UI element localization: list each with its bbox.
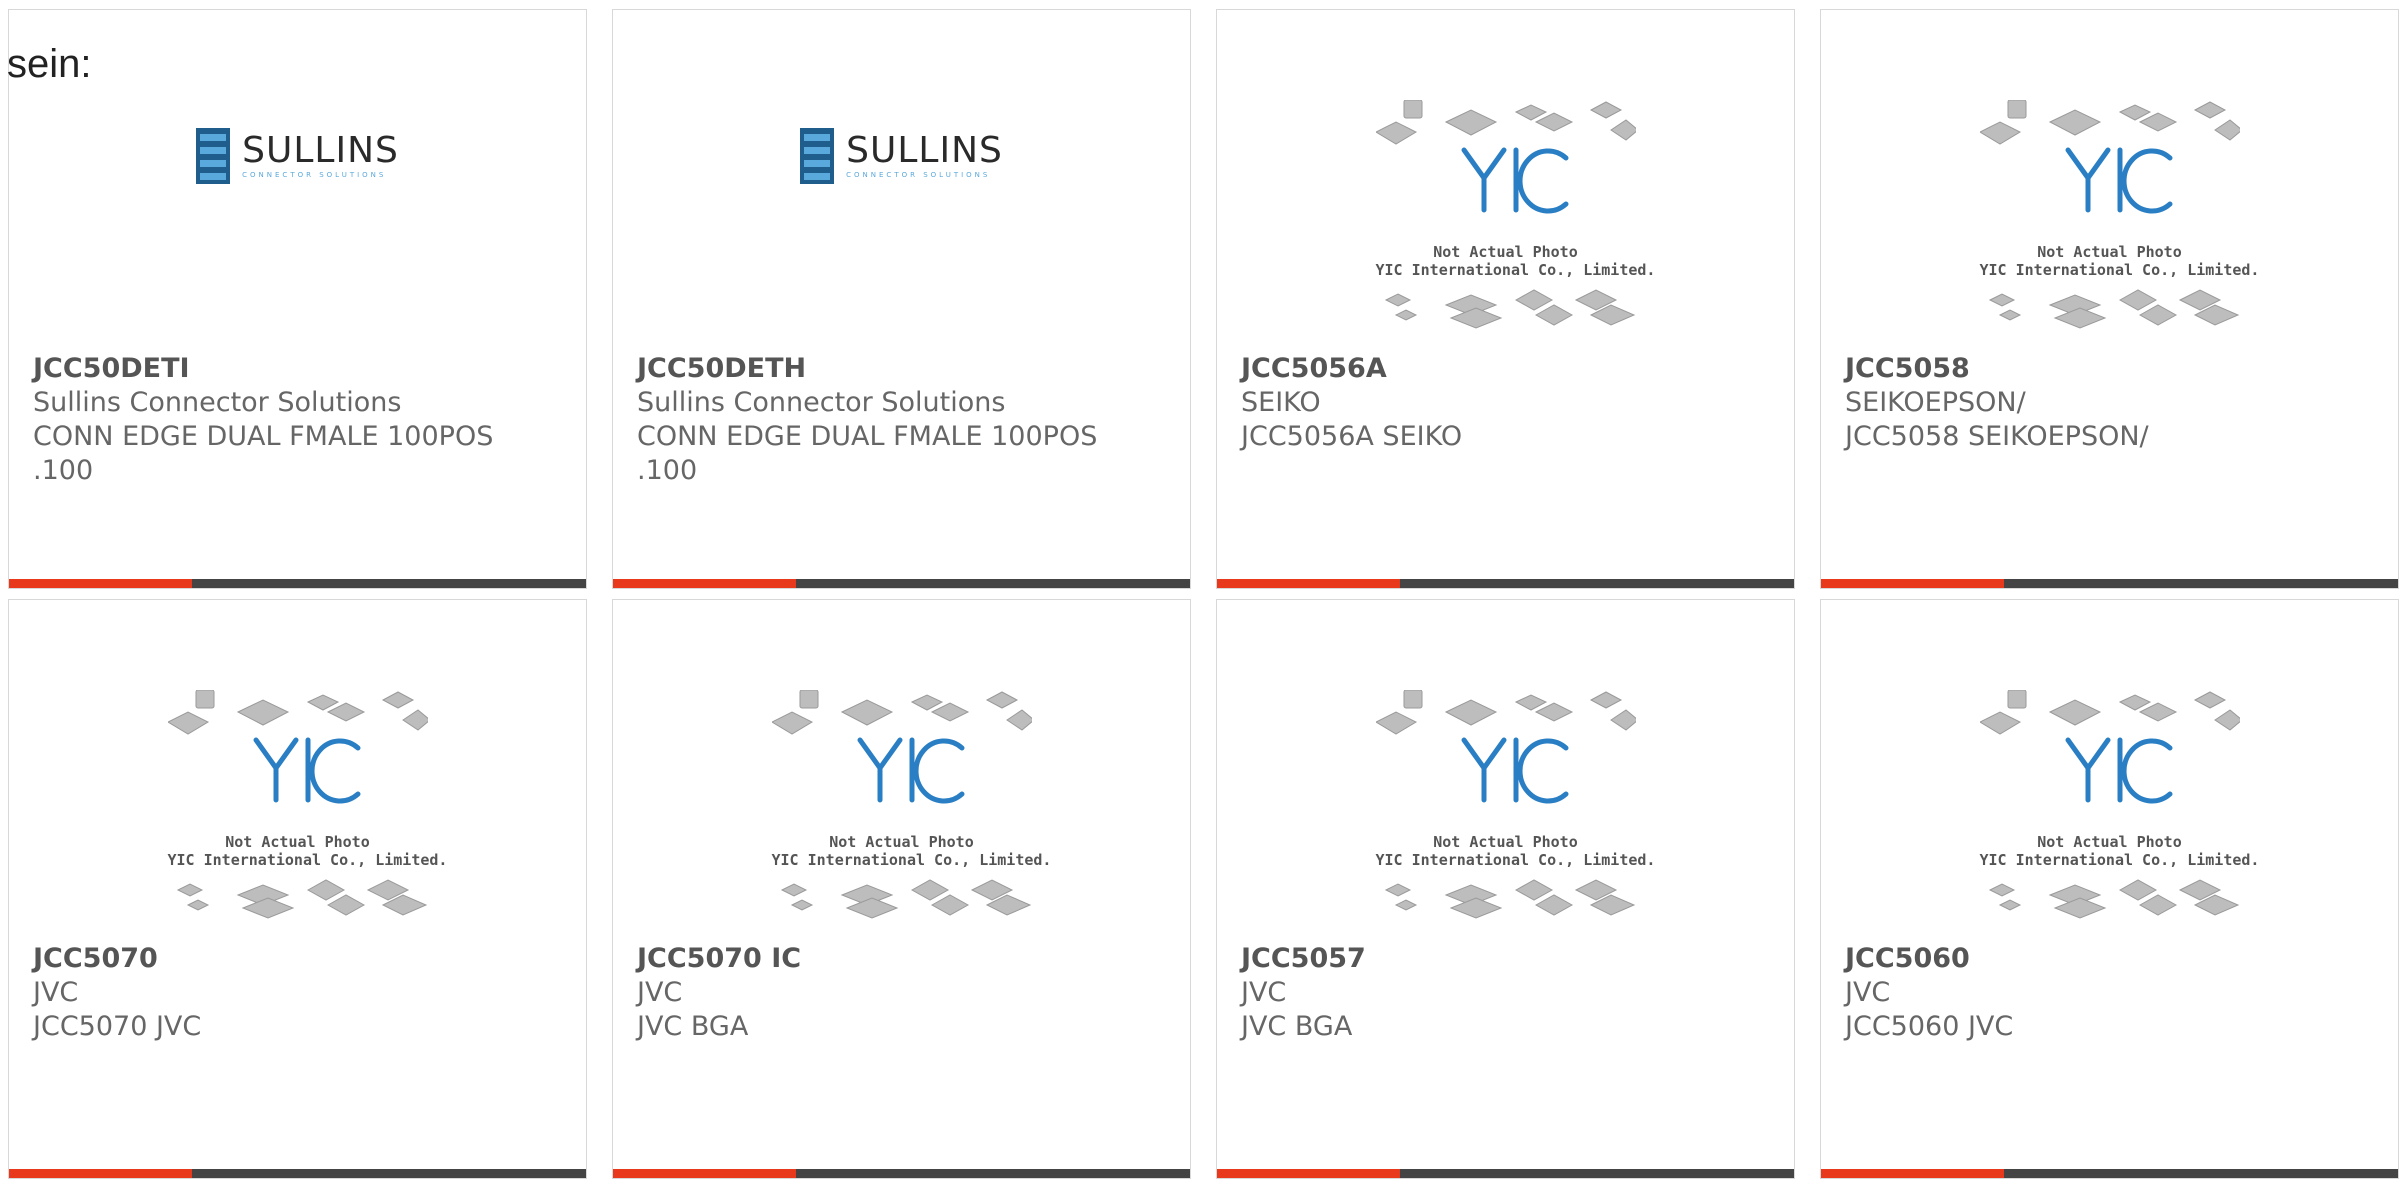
- card-accent-bar: [9, 579, 192, 588]
- chip-illustration: [770, 689, 1035, 919]
- product-image[interactable]: SULLINS CONNECTOR SOLUTIONS: [613, 90, 1190, 350]
- product-part-number[interactable]: JCC5070: [33, 942, 562, 976]
- card-accent-bar: [1821, 1169, 2004, 1178]
- product-info: JCC50DETI Sullins Connector Solutions CO…: [33, 352, 562, 488]
- product-info: JCC5057 JVC JVC BGA: [1241, 942, 1770, 1044]
- card-bottom-bar: [9, 579, 586, 588]
- product-description: CONN EDGE DUAL FMALE 100POS .100: [33, 421, 494, 486]
- product-manufacturer: JVC: [33, 977, 79, 1008]
- product-manufacturer: JVC: [1241, 977, 1287, 1008]
- yic-placeholder-image: Not Actual Photo YIC International Co., …: [1374, 689, 1656, 930]
- product-description: JCC5060 JVC: [1845, 1011, 2014, 1042]
- product-card[interactable]: Not Actual Photo YIC International Co., …: [8, 599, 587, 1179]
- product-info: JCC5058 SEIKOEPSON/ JCC5058 SEIKOEPSON/: [1845, 352, 2374, 454]
- card-accent-bar: [1217, 579, 1400, 588]
- card-bottom-bar: [1821, 579, 2398, 588]
- product-image[interactable]: Not Actual Photo YIC International Co., …: [1217, 90, 1794, 350]
- yic-caption: Not Actual Photo YIC International Co., …: [1375, 243, 1656, 279]
- product-card[interactable]: Not Actual Photo YIC International Co., …: [1216, 599, 1795, 1179]
- product-part-number[interactable]: JCC5057: [1241, 942, 1770, 976]
- card-bottom-bar: [1217, 579, 1794, 588]
- sullins-tagline: CONNECTOR SOLUTIONS: [846, 171, 991, 179]
- yic-placeholder-image: Not Actual Photo YIC International Co., …: [1374, 99, 1656, 340]
- sullins-wordmark: SULLINS: [846, 130, 1003, 171]
- product-info: JCC5070 IC JVC JVC BGA: [637, 942, 1166, 1044]
- yic-placeholder-image: Not Actual Photo YIC International Co., …: [166, 689, 448, 930]
- product-card[interactable]: Not Actual Photo YIC International Co., …: [1820, 9, 2399, 589]
- yic-placeholder-image: Not Actual Photo YIC International Co., …: [1978, 689, 2260, 930]
- card-accent-bar: [1217, 1169, 1400, 1178]
- product-image[interactable]: Not Actual Photo YIC International Co., …: [1217, 680, 1794, 940]
- chip-illustration: [1374, 689, 1639, 919]
- chip-illustration: [166, 689, 431, 919]
- yic-caption: Not Actual Photo YIC International Co., …: [1979, 833, 2260, 869]
- product-card[interactable]: SULLINS CONNECTOR SOLUTIONS JCC50DETI Su…: [8, 9, 587, 589]
- product-part-number[interactable]: JCC5058: [1845, 352, 2374, 386]
- product-manufacturer: Sullins Connector Solutions: [637, 387, 1006, 418]
- product-manufacturer: SEIKOEPSON/: [1845, 387, 2026, 418]
- product-part-number[interactable]: JCC5060: [1845, 942, 2374, 976]
- product-part-number[interactable]: JCC5056A: [1241, 352, 1770, 386]
- product-card[interactable]: Not Actual Photo YIC International Co., …: [1216, 9, 1795, 589]
- chip-illustration: [1374, 99, 1639, 329]
- product-info: JCC5060 JVC JCC5060 JVC: [1845, 942, 2374, 1044]
- card-accent-bar: [1821, 579, 2004, 588]
- card-accent-bar: [9, 1169, 192, 1178]
- product-description: JCC5058 SEIKOEPSON/: [1845, 421, 2149, 452]
- card-accent-bar: [613, 579, 796, 588]
- product-description: JCC5056A SEIKO: [1241, 421, 1463, 452]
- yic-caption: Not Actual Photo YIC International Co., …: [1979, 243, 2260, 279]
- card-accent-bar: [613, 1169, 796, 1178]
- product-part-number[interactable]: JCC50DETH: [637, 352, 1166, 386]
- product-info: JCC50DETH Sullins Connector Solutions CO…: [637, 352, 1166, 488]
- card-bottom-bar: [613, 1169, 1190, 1178]
- product-manufacturer: JVC: [637, 977, 683, 1008]
- product-image[interactable]: Not Actual Photo YIC International Co., …: [1821, 90, 2398, 350]
- product-description: CONN EDGE DUAL FMALE 100POS .100: [637, 421, 1098, 486]
- card-bottom-bar: [1217, 1169, 1794, 1178]
- chip-illustration: [1978, 689, 2243, 919]
- product-manufacturer: Sullins Connector Solutions: [33, 387, 402, 418]
- yic-placeholder-image: Not Actual Photo YIC International Co., …: [770, 689, 1052, 930]
- yic-caption: Not Actual Photo YIC International Co., …: [167, 833, 448, 869]
- sullins-wordmark: SULLINS: [242, 130, 399, 171]
- yic-caption: Not Actual Photo YIC International Co., …: [1375, 833, 1656, 869]
- card-bottom-bar: [613, 579, 1190, 588]
- product-info: JCC5070 JVC JCC5070 JVC: [33, 942, 562, 1044]
- chip-illustration: [1978, 99, 2243, 329]
- sullins-logo: SULLINS CONNECTOR SOLUTIONS: [196, 128, 399, 184]
- product-info: JCC5056A SEIKO JCC5056A SEIKO: [1241, 352, 1770, 454]
- product-grid: SULLINS CONNECTOR SOLUTIONS JCC50DETI Su…: [8, 9, 2399, 1179]
- product-description: JVC BGA: [637, 1011, 749, 1042]
- product-manufacturer: SEIKO: [1241, 387, 1321, 418]
- product-description: JVC BGA: [1241, 1011, 1353, 1042]
- product-card[interactable]: Not Actual Photo YIC International Co., …: [1820, 599, 2399, 1179]
- card-bottom-bar: [9, 1169, 586, 1178]
- product-description: JCC5070 JVC: [33, 1011, 202, 1042]
- sullins-tagline: CONNECTOR SOLUTIONS: [242, 171, 387, 179]
- product-image[interactable]: Not Actual Photo YIC International Co., …: [1821, 680, 2398, 940]
- sullins-logo: SULLINS CONNECTOR SOLUTIONS: [800, 128, 1003, 184]
- product-image[interactable]: SULLINS CONNECTOR SOLUTIONS: [9, 90, 586, 350]
- product-manufacturer: JVC: [1845, 977, 1891, 1008]
- product-part-number[interactable]: JCC5070 IC: [637, 942, 1166, 976]
- product-image[interactable]: Not Actual Photo YIC International Co., …: [613, 680, 1190, 940]
- intro-text: sein:: [7, 42, 92, 86]
- yic-caption: Not Actual Photo YIC International Co., …: [771, 833, 1052, 869]
- product-image[interactable]: Not Actual Photo YIC International Co., …: [9, 680, 586, 940]
- product-card[interactable]: SULLINS CONNECTOR SOLUTIONS JCC50DETH Su…: [612, 9, 1191, 589]
- yic-placeholder-image: Not Actual Photo YIC International Co., …: [1978, 99, 2260, 340]
- card-bottom-bar: [1821, 1169, 2398, 1178]
- product-card[interactable]: Not Actual Photo YIC International Co., …: [612, 599, 1191, 1179]
- product-part-number[interactable]: JCC50DETI: [33, 352, 562, 386]
